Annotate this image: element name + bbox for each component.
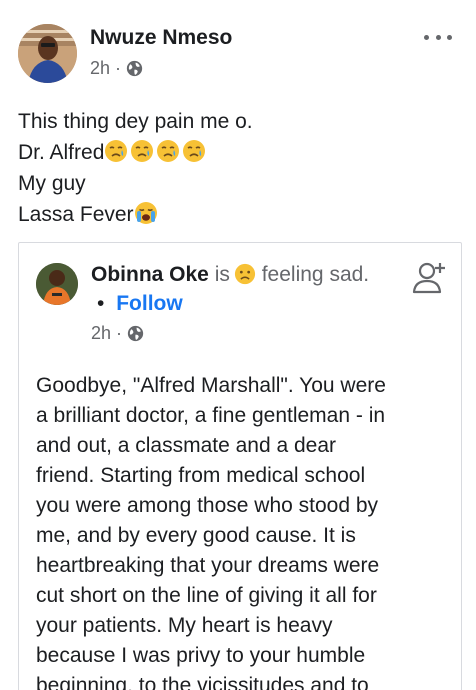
dot-icon <box>447 34 452 40</box>
body-line: you were among those who stood by <box>36 494 379 517</box>
feeling-text: sad. <box>329 263 370 286</box>
author-name[interactable]: Nwuze Nmeso <box>90 26 232 50</box>
is-word: is <box>214 263 230 286</box>
post-line: My guy <box>18 172 86 195</box>
shared-avatar[interactable] <box>36 263 78 305</box>
shared-post-card[interactable]: Obinna Oke is feeling sad. • Follow 2h ·… <box>18 242 462 690</box>
post-line: Lassa Fever <box>18 199 458 230</box>
follow-button[interactable]: Follow <box>116 292 183 315</box>
crying-face-icon <box>105 140 128 162</box>
loudly-crying-face-icon <box>134 202 157 224</box>
avatar[interactable] <box>18 24 77 83</box>
shared-time[interactable]: 2h <box>91 323 111 344</box>
shared-author-name[interactable]: Obinna Oke <box>91 263 209 286</box>
more-options-button[interactable] <box>424 28 452 46</box>
body-line: me, and by every good cause. It is <box>36 524 356 547</box>
body-line: cut short on the line of giving it all f… <box>36 584 377 607</box>
post-meta: 2h · <box>90 58 143 79</box>
post-line-text: Dr. Alfred <box>18 141 105 164</box>
shared-header: Obinna Oke is feeling sad. • Follow <box>91 260 391 318</box>
post-header: Nwuze Nmeso 2h · <box>18 22 458 84</box>
body-line: your patients. My heart is heavy <box>36 614 333 637</box>
post-time[interactable]: 2h <box>90 58 110 79</box>
profile-photo-icon <box>18 24 77 83</box>
shared-meta: 2h · <box>91 323 144 344</box>
body-line: heartbreaking that your dreams were <box>36 554 380 577</box>
post-line-text: Lassa Fever <box>18 203 134 226</box>
crying-face-icon <box>183 140 206 162</box>
dot-icon <box>435 34 441 40</box>
dot-icon <box>424 34 429 40</box>
body-line: Goodbye, "Alfred Marshall". You were <box>36 374 386 397</box>
meta-separator: · <box>116 323 123 343</box>
crying-emoji-group <box>104 140 208 164</box>
body-line: because I was privy to your humble <box>36 644 366 667</box>
body-line: beginning, to the vicissitudes and to <box>36 674 369 690</box>
profile-photo-icon <box>36 263 78 305</box>
crying-face-icon <box>157 140 180 162</box>
bullet-separator: • <box>97 292 105 315</box>
meta-separator: · <box>115 58 122 78</box>
sad-face-icon <box>234 263 255 285</box>
shared-body-text: Goodbye, "Alfred Marshall". You were a b… <box>36 371 451 690</box>
globe-icon <box>127 325 144 342</box>
globe-icon <box>126 60 143 77</box>
crying-face-icon <box>131 140 154 162</box>
body-line: friend. Starting from medical school <box>36 464 366 487</box>
post-line: Dr. Alfred <box>18 137 458 168</box>
add-friend-icon[interactable] <box>411 259 447 295</box>
post-text: This thing dey pain me o. Dr. Alfred My … <box>18 106 458 230</box>
post-line: This thing dey pain me o. <box>18 110 253 133</box>
body-line: and out, a classmate and a dear <box>36 434 337 457</box>
body-line: a brilliant doctor, a fine gentleman - i… <box>36 404 386 427</box>
feeling-word: feeling <box>261 263 324 286</box>
